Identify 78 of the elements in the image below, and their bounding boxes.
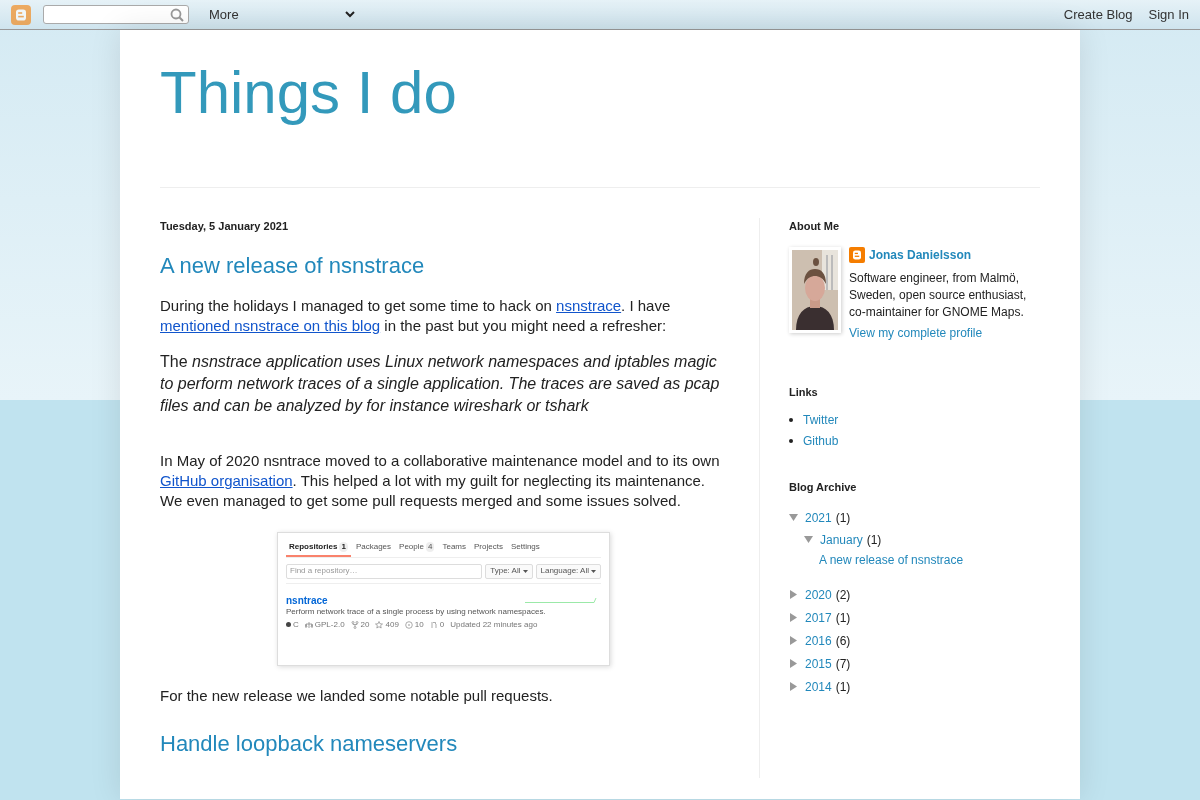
filter-dropdown[interactable]: Language: All (535, 563, 601, 579)
section-heading: Handle loopback nameservers (160, 729, 459, 758)
archive-post-link[interactable]: A new release of nsnstrace (819, 552, 964, 567)
repo-name[interactable]: nsntrace (286, 595, 601, 606)
blogger-icon[interactable] (11, 4, 31, 25)
tab[interactable]: People 4 (396, 538, 438, 557)
widget-heading: Links (789, 384, 819, 400)
nav-link[interactable]: Sign In (1148, 4, 1189, 25)
issue-icon (404, 620, 413, 629)
post-count: (1) (835, 609, 851, 627)
chevron-down-icon (345, 11, 355, 18)
tab[interactable]: Settings (507, 538, 543, 557)
search-field[interactable]: Find a repository… (286, 563, 483, 579)
count-badge: 1 (339, 541, 348, 552)
link[interactable]: nsnstrace (556, 296, 622, 314)
archive-year-link[interactable]: 2020 (805, 585, 832, 604)
paragraph: For the new release we landed some notable pull requests. (160, 685, 554, 706)
post-count: (1) (866, 531, 882, 549)
expand-triangle-icon[interactable] (789, 682, 798, 691)
post-count: (1) (835, 509, 851, 527)
post-date: Tuesday, 5 January 2021 (160, 219, 289, 234)
archive-year-link[interactable]: 2014 (805, 677, 832, 696)
count-badge: 4 (426, 541, 435, 552)
collapse-triangle-icon[interactable] (789, 513, 798, 522)
repo-stat: 10 (414, 619, 424, 630)
nav-link[interactable]: Create Blog (1063, 4, 1133, 25)
updated-text: Updated 22 minutes ago (450, 619, 538, 630)
post-count: (6) (835, 632, 851, 650)
expand-triangle-icon[interactable] (789, 590, 798, 599)
post-count: (7) (835, 655, 851, 673)
profile-link[interactable]: View my complete profile (849, 325, 983, 340)
tab[interactable]: Projects (471, 538, 506, 557)
bullet-icon (789, 418, 793, 422)
archive-year-link[interactable]: 2016 (805, 631, 832, 650)
sidebar-link[interactable]: Twitter (803, 411, 839, 429)
language-label: C (293, 619, 299, 630)
expand-triangle-icon[interactable] (789, 636, 798, 645)
tab[interactable]: Teams (439, 538, 469, 557)
expand-triangle-icon[interactable] (789, 659, 798, 668)
tab[interactable]: Packages (352, 538, 395, 557)
post-count: (1) (835, 678, 851, 696)
caret-icon (591, 569, 596, 573)
post-count: (2) (835, 586, 851, 604)
link[interactable]: GitHub organisation (160, 471, 293, 489)
filter-dropdown[interactable]: Type: All (485, 563, 533, 579)
archive-year-link[interactable]: 2015 (805, 654, 832, 673)
bio-text: Software engineer, from Malmö, Sweden, open source enthusiast, co-maintainer for GNOME Maps. (849, 269, 1028, 321)
paragraph: In May of 2020 nsntrace moved to a collaborative maintenance model and to its own GitHub organisation. This helped a lot with my guilt for neglecting its maintenance. We even managed to get some pull requests merged and some issues solved. (160, 450, 721, 511)
blogger-icon (849, 247, 865, 263)
quote-text: The nsnstrace application uses Linux network namespaces and iptables magic to perform network traces of a single application. The traces are saved as pcap files and can be analyzed by for instance wireshark or tshark (160, 351, 721, 416)
search-icon (170, 7, 184, 22)
blog-title[interactable]: Things I do (160, 60, 1040, 126)
repo-stat: GPL-2.0 (314, 619, 345, 630)
paragraph: During the holidays I managed to get some time to hack on nsnstrace. I have mentioned nsnstrace on this blog in the past but you might need a refresher: (160, 295, 672, 336)
expand-triangle-icon[interactable] (789, 613, 798, 622)
caret-icon (522, 569, 528, 573)
tab[interactable]: Repositories 1 (286, 538, 351, 557)
language-dot-icon (286, 622, 291, 627)
fork-icon (350, 620, 359, 629)
bullet-icon (789, 439, 793, 443)
widget-heading: About Me (789, 219, 841, 234)
link[interactable]: mentioned nsnstrace on this blog (160, 316, 381, 334)
star-icon (375, 620, 384, 629)
widget-heading: Blog Archive (789, 480, 858, 495)
collapse-triangle-icon[interactable] (804, 535, 813, 544)
sidebar-link[interactable]: Github (803, 432, 839, 450)
repo-stat: 409 (385, 619, 399, 630)
repo-stat: 0 (439, 619, 445, 630)
activity-graph (525, 595, 597, 604)
post-title[interactable]: A new release of nsnstrace (160, 248, 727, 282)
archive-month-link[interactable]: January (820, 530, 863, 549)
repo-description: Perform network trace of a single process by using network namespaces. (286, 606, 547, 617)
archive-year-link[interactable]: 2017 (805, 608, 832, 627)
archive-year-link[interactable]: 2021 (805, 508, 832, 527)
profile-name-link[interactable]: Jonas Danielsson (869, 246, 972, 264)
repo-stat: 20 (360, 619, 370, 630)
more-dropdown[interactable]: More (209, 4, 355, 25)
search-field[interactable] (43, 5, 189, 24)
